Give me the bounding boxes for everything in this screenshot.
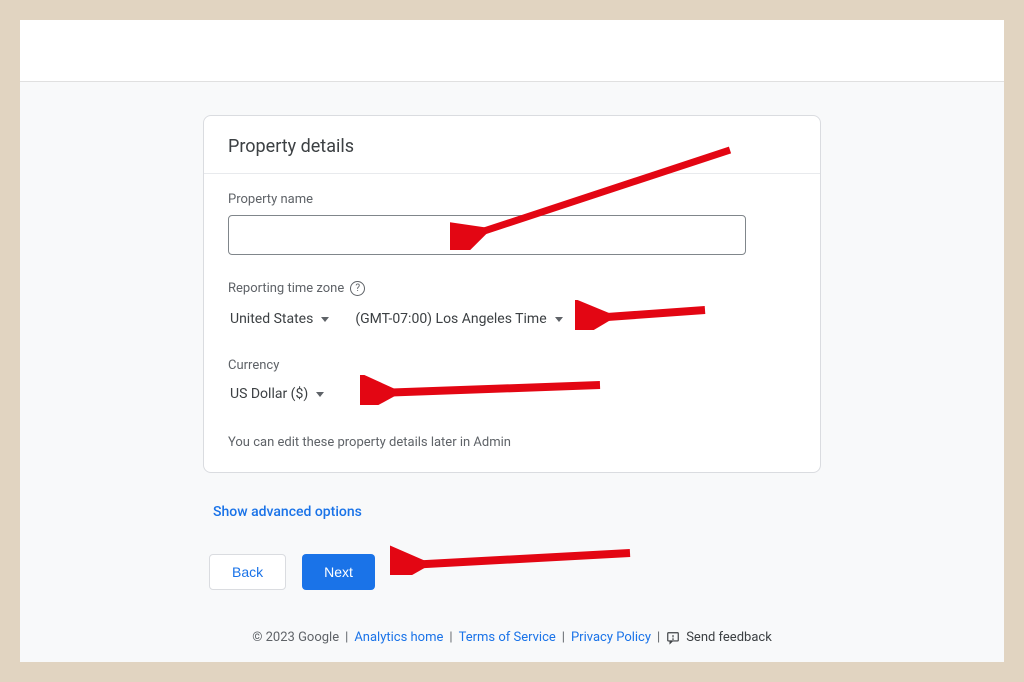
analytics-home-link[interactable]: Analytics home [354,630,443,645]
timezone-label: Reporting time zone ? [228,281,796,296]
card-title: Property details [228,136,796,157]
send-feedback-link[interactable]: Send feedback [686,630,772,645]
show-advanced-link[interactable]: Show advanced options [203,504,362,520]
terms-link[interactable]: Terms of Service [459,630,556,645]
timezone-country-dropdown[interactable]: United States [228,306,331,332]
copyright-text: © 2023 Google [252,630,339,645]
feedback-icon [666,631,680,645]
currency-label: Currency [228,358,796,373]
caret-down-icon [316,392,324,397]
property-name-input[interactable] [228,215,746,255]
caret-down-icon [321,317,329,322]
currency-dropdown[interactable]: US Dollar ($) [228,381,326,407]
property-details-card: Property details Property name Reporting… [203,115,821,473]
help-icon[interactable]: ? [350,281,365,296]
timezone-zone-dropdown[interactable]: (GMT-07:00) Los Angeles Time [353,306,564,332]
privacy-link[interactable]: Privacy Policy [571,630,651,645]
advanced-options-row: Show advanced options [203,501,821,520]
back-button[interactable]: Back [209,554,286,590]
property-name-label: Property name [228,192,796,207]
top-bar [20,20,1004,82]
caret-down-icon [555,317,563,322]
hint-text: You can edit these property details late… [228,435,796,450]
footer: © 2023 Google | Analytics home | Terms o… [203,630,821,645]
next-button[interactable]: Next [302,554,375,590]
